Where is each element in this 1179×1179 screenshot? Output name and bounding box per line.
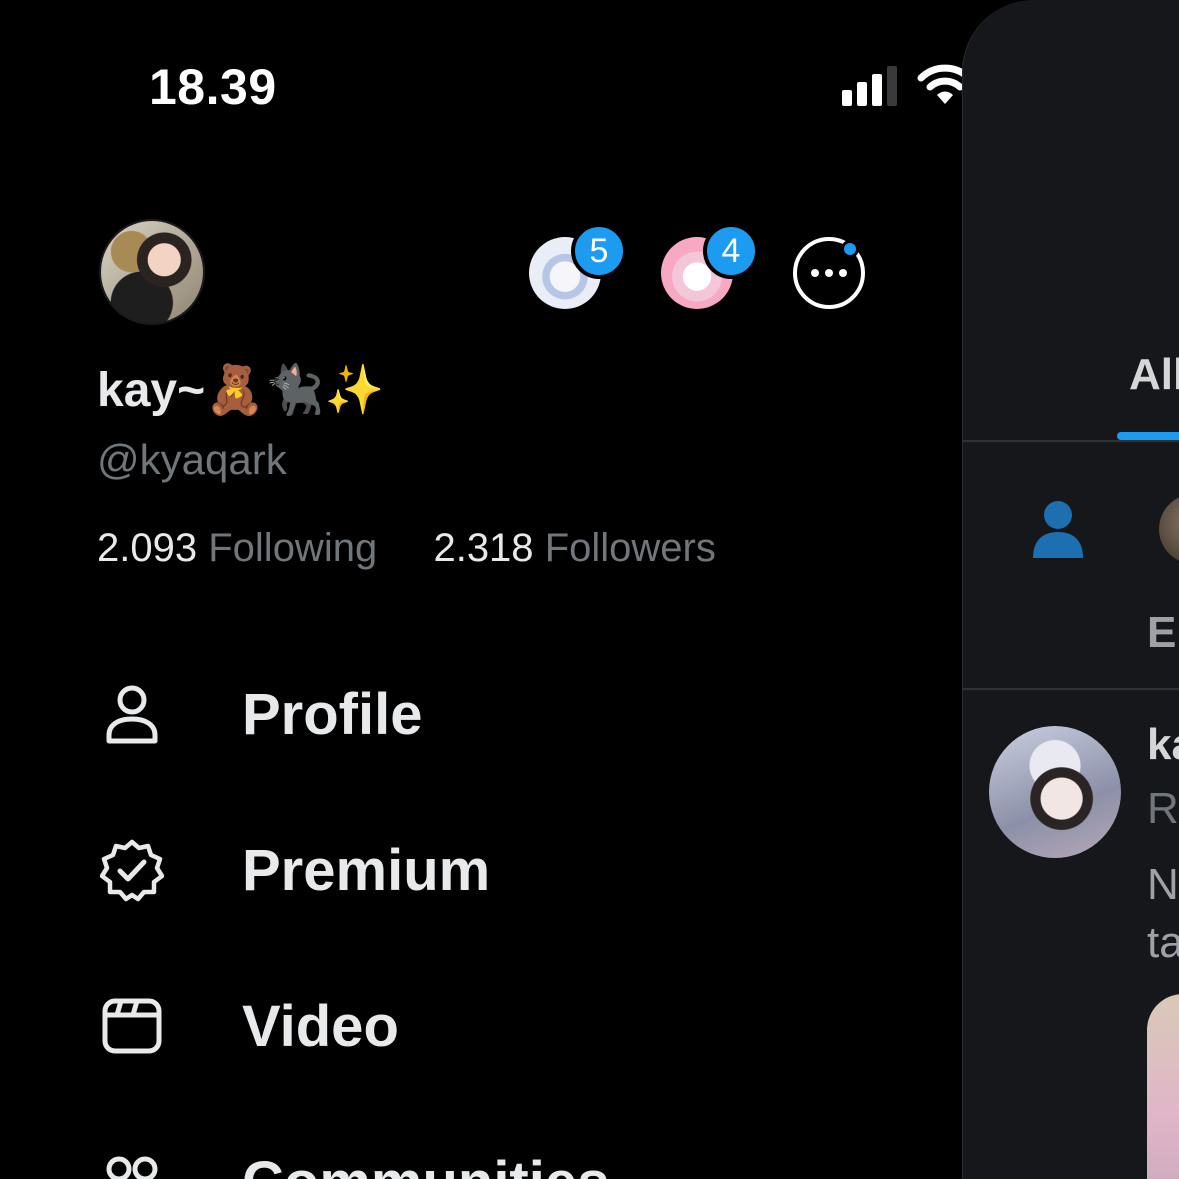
status-time: 18.39 [149,59,277,115]
post-text: ta [1147,918,1179,967]
followers-link[interactable]: 2.318 Followers [433,526,715,570]
post-text: N [1147,860,1179,909]
menu-item-premium[interactable]: Premium [99,820,799,920]
post-media-image[interactable] [1147,994,1179,1179]
list-label: El [1147,608,1179,657]
menu-item-profile[interactable]: Profile [99,664,799,764]
post-subline: Re [1147,784,1179,833]
display-name: kay~🧸🐈‍⬛✨ [97,364,385,417]
follow-stats: 2.093 Following 2.318 Followers [97,526,716,571]
more-accounts-button[interactable] [793,237,865,309]
switch-account-1[interactable]: 5 [529,223,627,309]
app-screen: 18.39 5 4 [0,0,1179,1179]
divider [963,440,1179,442]
user-avatar[interactable] [1159,494,1179,564]
timeline-peek-panel[interactable]: All El ka Re N ta [962,0,1179,1179]
following-link[interactable]: 2.093 Following [97,526,377,570]
following-label: Following [208,526,378,570]
tab-indicator [1117,432,1179,440]
following-count: 2.093 [97,526,198,570]
ellipsis-icon [811,269,847,277]
notification-badge: 4 [703,223,759,279]
menu-label: Communities [242,1149,609,1179]
menu-label: Video [242,993,399,1059]
person-icon [1033,500,1083,565]
followers-label: Followers [544,526,716,570]
cellular-signal-icon [842,64,897,106]
tab-all[interactable]: All [1129,350,1179,400]
followers-count: 2.318 [433,526,534,570]
post-author-avatar[interactable] [989,726,1121,858]
menu-label: Premium [242,837,491,903]
verified-badge-icon [99,837,165,903]
menu-label: Profile [242,681,423,747]
communities-icon [99,1149,165,1179]
divider [963,688,1179,690]
post-author-name: ka [1147,720,1179,769]
menu-item-communities[interactable]: Communities [99,1132,799,1179]
unread-dot [841,240,859,258]
user-handle: @kyaqark [97,436,287,483]
switch-account-2[interactable]: 4 [661,223,759,309]
current-account-avatar[interactable] [99,219,205,325]
person-icon [99,681,165,747]
notification-badge: 5 [571,223,627,279]
video-icon [99,993,165,1059]
menu-item-video[interactable]: Video [99,976,799,1076]
